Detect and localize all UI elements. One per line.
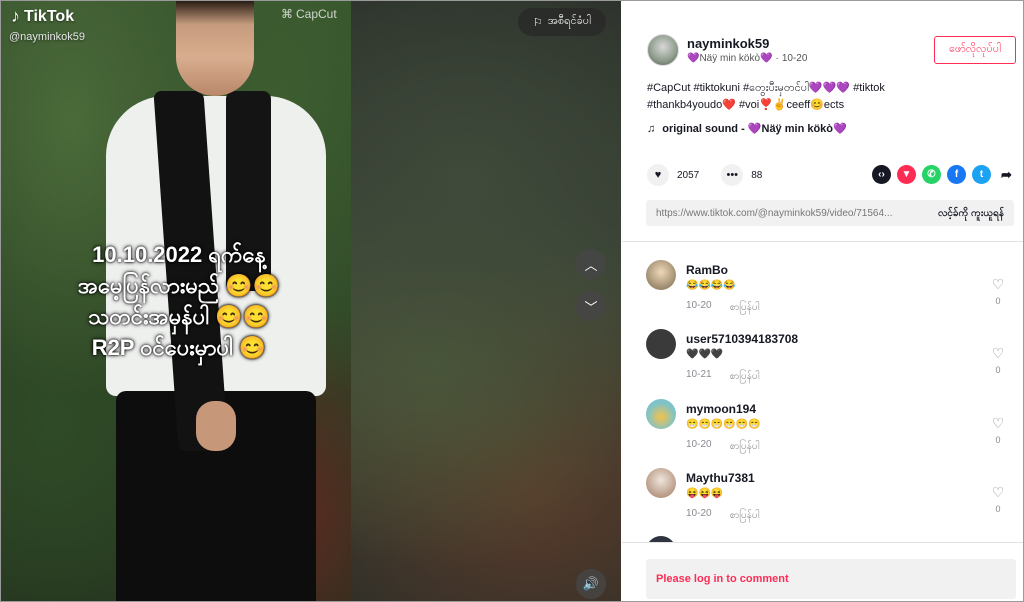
caption-line: #CapCut #tiktokuni #တွေးပီးမှတင်ပါ💜💜💜 #t… — [647, 82, 885, 94]
facebook-icon[interactable]: f — [947, 165, 966, 184]
follow-button[interactable]: ဖော်လိုလုပ်ပါ — [934, 36, 1016, 64]
commenter-avatar[interactable] — [646, 329, 676, 359]
comment-like-count: 0 — [995, 435, 1001, 445]
report-label: အစီရင်ခံပါ — [547, 15, 591, 27]
login-to-comment-button[interactable]: Please log in to comment — [646, 559, 1016, 599]
video-player[interactable]: ♪ TikTok @nayminkok59 ⌘ CapCut 10.10.202… — [1, 1, 621, 601]
chevron-up-icon: ︿ — [584, 257, 598, 273]
tiktok-video-page: ♪ TikTok @nayminkok59 ⌘ CapCut 10.10.202… — [0, 0, 1024, 602]
whatsapp-icon[interactable]: ✆ — [922, 165, 941, 184]
sound-link[interactable]: ♫ original sound - 💜Näÿ min kökò💜 — [647, 122, 847, 136]
comment-text: 😁😁😁😁😁😁 — [686, 419, 761, 430]
overlay-line: အမေ့ပြန်လားမည် 😊😊 — [77, 273, 281, 298]
comment-like-count: 0 — [995, 365, 1001, 375]
commenter-username[interactable]: mymoon194 — [686, 402, 756, 416]
report-button[interactable]: ⚐ အစီရင်ခံပါ — [518, 8, 606, 36]
comment-date: 10-20 — [686, 300, 712, 311]
forward-icon[interactable]: ➦ — [997, 165, 1016, 184]
reply-button[interactable]: စာပြန်ပါ — [730, 508, 760, 523]
commenter-avatar[interactable] — [646, 399, 676, 429]
comment-like-button[interactable]: ♡ — [988, 276, 1008, 293]
comment-date: 10-21 — [686, 369, 712, 380]
video-info-panel: nayminkok59 💜Näÿ min kökò💜 · 10-20 ဖော်လ… — [622, 1, 1023, 601]
heart-outline-icon: ♡ — [991, 276, 1005, 292]
reply-button[interactable]: စာပြန်ပါ — [730, 300, 760, 315]
tiktok-note-icon: ♪ — [11, 6, 20, 26]
separator-dot: · — [775, 53, 779, 64]
caption-line: #thankb4youdo❤️ #voi❣️✌️ceeff😊ects — [647, 99, 845, 111]
copy-link-button[interactable]: လင့်ခ်ကို ကူးယူရန် — [928, 206, 1014, 221]
video-caption: #CapCut #tiktokuni #တွေးပီးမှတင်ပါ💜💜💜 #t… — [647, 80, 1007, 114]
comment-text: 😂😂😂😂 — [686, 280, 736, 291]
author-display-name: 💜Näÿ min kökò💜 — [687, 53, 773, 64]
post-date: 10-20 — [781, 53, 808, 64]
tiktok-share-icon[interactable]: ▼ — [897, 165, 916, 184]
comment-like-button[interactable]: ♡ — [988, 415, 1008, 432]
comment-login-bar: Please log in to comment — [622, 542, 1023, 601]
comment-date: 10-20 — [686, 508, 712, 519]
overlay-line: R2P ဝင်ပေးမှာပါ 😊 — [91, 335, 267, 360]
video-link-box: https://www.tiktok.com/@nayminkok59/vide… — [646, 200, 1014, 226]
comment-item: RamBo 😂😂😂😂 10-20 စာပြန်ပါ ♡ 0 — [646, 260, 1016, 330]
capcut-watermark: ⌘ CapCut — [281, 7, 337, 21]
embed-icon[interactable]: ‹› — [872, 165, 891, 184]
comment-meta: 10-20 စာပြန်ပါ — [686, 508, 759, 523]
author-username[interactable]: nayminkok59 — [687, 36, 769, 51]
volume-button[interactable]: 🔊 — [576, 569, 606, 599]
flag-icon: ⚐ — [533, 16, 543, 29]
comment-date: 10-20 — [686, 439, 712, 450]
comment-meta: 10-21 စာပြန်ပါ — [686, 369, 759, 384]
overlay-line: သတင်းအမှန်ပါ 😊😊 — [88, 304, 270, 329]
sound-label: original sound - 💜Näÿ min kökò💜 — [662, 123, 847, 135]
tiktok-wordmark: TikTok — [24, 7, 75, 25]
video-watermark-handle: @nayminkok59 — [9, 31, 85, 43]
comment-like-button[interactable]: ♡ — [988, 345, 1008, 362]
comment-text: 😝😝😝 — [686, 488, 724, 499]
comment-meta: 10-20 စာပြန်ပါ — [686, 300, 759, 315]
commenter-avatar[interactable] — [646, 468, 676, 498]
heart-outline-icon: ♡ — [991, 484, 1005, 500]
engagement-stats: ♥ 2057 ••• 88 — [647, 164, 762, 186]
previous-video-button[interactable]: ︿ — [576, 249, 606, 279]
speaker-icon: 🔊 — [582, 576, 600, 591]
like-count: 2057 — [677, 169, 700, 181]
comment-count: 88 — [751, 169, 763, 181]
heart-icon: ♥ — [654, 169, 662, 181]
video-overlay-text: 10.10.2022 ရက်နေ့ အမေ့ပြန်လားမည် 😊😊 သတင်… — [19, 239, 339, 363]
like-button[interactable]: ♥ — [647, 164, 669, 186]
reply-button[interactable]: စာပြန်ပါ — [730, 369, 760, 384]
twitter-icon[interactable]: t — [972, 165, 991, 184]
share-buttons: ‹› ▼ ✆ f t ➦ — [872, 165, 1016, 184]
author-subtitle: 💜Näÿ min kökò💜 · 10-20 — [687, 53, 807, 64]
commenter-username[interactable]: user5710394183708 — [686, 332, 798, 346]
author-avatar[interactable] — [647, 34, 679, 66]
next-video-button[interactable]: ﹀ — [576, 291, 606, 321]
comment-icon: ••• — [726, 169, 739, 181]
commenter-avatar[interactable] — [646, 260, 676, 290]
comment-item: user5710394183708 🖤🖤🖤 10-21 စာပြန်ပါ ♡ 0 — [646, 329, 1016, 399]
comment-item: mymoon194 😁😁😁😁😁😁 10-20 စာပြန်ပါ ♡ 0 — [646, 399, 1016, 469]
comment-like-count: 0 — [995, 504, 1001, 514]
comment-list[interactable]: RamBo 😂😂😂😂 10-20 စာပြန်ပါ ♡ 0 user571039… — [622, 242, 1023, 542]
comment-like-count: 0 — [995, 296, 1001, 306]
comment-button[interactable]: ••• — [721, 164, 744, 186]
music-note-icon: ♫ — [647, 122, 656, 135]
chevron-down-icon: ﹀ — [584, 299, 598, 315]
commenter-username[interactable]: RamBo — [686, 263, 728, 277]
commenter-username[interactable]: Maythu7381 — [686, 471, 755, 485]
comment-meta: 10-20 စာပြန်ပါ — [686, 439, 759, 454]
comment-item: Maythu7381 😝😝😝 10-20 စာပြန်ပါ ♡ 0 — [646, 468, 1016, 538]
video-frame[interactable]: ♪ TikTok @nayminkok59 ⌘ CapCut 10.10.202… — [1, 1, 351, 601]
capcut-icon: ⌘ — [281, 7, 293, 21]
overlay-line: 10.10.2022 ရက်နေ့ — [92, 242, 266, 267]
comment-like-button[interactable]: ♡ — [988, 484, 1008, 501]
tiktok-logo: ♪ TikTok — [11, 6, 74, 27]
comment-text: 🖤🖤🖤 — [686, 349, 724, 360]
reply-button[interactable]: စာပြန်ပါ — [730, 439, 760, 454]
video-url[interactable]: https://www.tiktok.com/@nayminkok59/vide… — [646, 208, 928, 219]
heart-outline-icon: ♡ — [991, 345, 1005, 361]
heart-outline-icon: ♡ — [991, 415, 1005, 431]
